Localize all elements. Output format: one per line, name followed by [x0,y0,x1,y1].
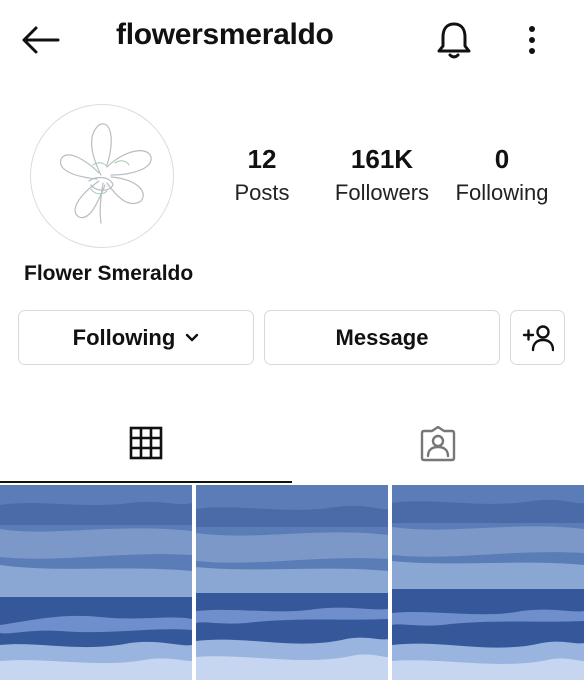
add-person-button[interactable] [510,310,565,365]
message-button[interactable]: Message [264,310,500,365]
grid-icon [129,426,163,460]
more-options-button[interactable] [518,20,546,60]
posts-grid [0,485,584,680]
posts-count-label: Posts [234,180,290,205]
back-button[interactable] [20,20,68,60]
bell-icon [437,22,471,59]
following-count-value: 0 [494,144,510,174]
more-vertical-icon [529,26,535,54]
add-person-icon [522,324,554,351]
profile-avatar[interactable] [30,104,174,248]
followers-count[interactable]: 161K Followers [326,142,438,210]
tab-tagged[interactable] [292,405,584,483]
followers-count-value: 161K [350,144,414,174]
profile-display-name: Flower Smeraldo [24,262,194,285]
post-thumbnail[interactable] [392,485,584,680]
flower-sketch-icon [59,123,152,224]
notifications-button[interactable] [434,18,474,62]
post-thumbnail[interactable] [196,485,388,680]
following-button-label: Following [72,324,176,350]
profile-tabs [0,405,584,485]
following-button[interactable]: Following [18,310,254,365]
posts-count-value: 12 [247,144,277,174]
arrow-left-icon [22,26,60,54]
following-count[interactable]: 0 Following [448,142,556,210]
tab-posts-grid[interactable] [0,405,292,483]
chevron-down-icon [185,333,199,343]
tagged-person-icon [420,426,456,462]
profile-username: flowersmeraldo [116,18,334,51]
posts-count[interactable]: 12 Posts [216,142,308,210]
top-bar: flowersmeraldo [0,0,584,80]
following-count-label: Following [455,180,549,205]
followers-count-label: Followers [334,180,430,205]
post-thumbnail[interactable] [0,485,192,680]
message-button-label: Message [335,324,429,350]
